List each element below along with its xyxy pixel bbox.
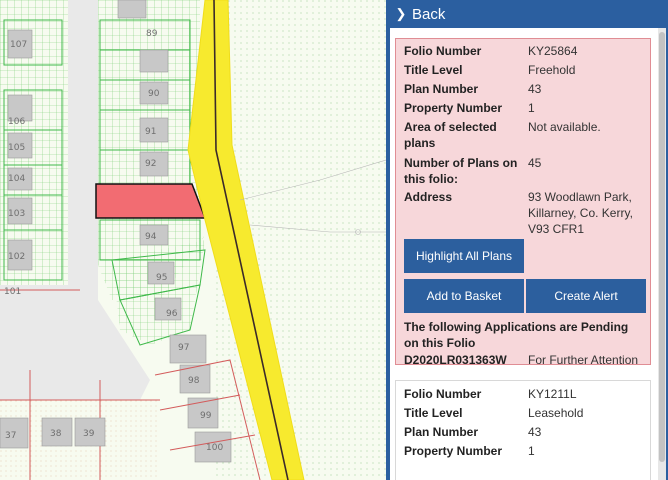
plot-number-label: 90 xyxy=(148,89,160,99)
scrollbar-thumb[interactable] xyxy=(659,32,665,462)
chevron-right-icon: ❯ xyxy=(395,6,407,21)
field-label: Property Number xyxy=(404,101,503,115)
field-label: Folio Number xyxy=(404,387,482,401)
folio-row: Property Number 1 xyxy=(404,443,644,461)
folio-row: Folio Number KY25864 xyxy=(404,43,644,61)
field-label: Folio Number xyxy=(404,44,482,58)
folio-row: Property Number 1 xyxy=(404,100,644,118)
field-label: Title Level xyxy=(404,406,463,420)
field-value: Not available. xyxy=(528,120,601,134)
back-button[interactable]: ❯ Back xyxy=(386,0,668,28)
field-label: Property Number xyxy=(404,444,503,458)
back-label: Back xyxy=(412,5,446,23)
folio-card[interactable]: Folio Number KY1211L Title Level Leaseho… xyxy=(395,380,651,480)
field-value: KY1211L xyxy=(528,387,577,401)
plot-number-label: 106 xyxy=(8,117,25,127)
map-canvas[interactable]: 107 106 105 104 103 102 101 89 90 91 92 94 95 96 97 98 9… xyxy=(0,0,386,480)
pending-application-row: D2020LR031363W For Further Attention xyxy=(404,352,644,370)
plot-number-label: 92 xyxy=(145,159,156,169)
plot-number-label: 97 xyxy=(178,343,189,353)
plot-number-label: 100 xyxy=(206,443,223,453)
plot-number-label: 94 xyxy=(145,232,157,242)
field-value: 45 xyxy=(528,156,542,170)
plot-number-label: 91 xyxy=(145,127,156,137)
plot-number-label: 98 xyxy=(188,376,200,386)
folio-list[interactable]: Folio Number KY25864 Title Level Freehol… xyxy=(390,28,666,480)
plot-number-label: 99 xyxy=(200,411,212,421)
folio-row: Plan Number 43 xyxy=(404,81,644,99)
field-label: Address xyxy=(404,190,453,204)
field-label: Title Level xyxy=(404,63,463,77)
plot-number-label: 89 xyxy=(146,29,158,39)
panel-scrollbar[interactable] xyxy=(658,28,666,480)
folio-row: Address 93 Woodlawn Park, Killarney, Co.… xyxy=(404,189,644,239)
plot-number-label: 96 xyxy=(166,309,178,319)
plot-number-label: 102 xyxy=(8,252,25,262)
plot-number-label: 95 xyxy=(156,273,167,283)
plot-number-label: 107 xyxy=(10,40,27,50)
add-to-basket-button[interactable]: Add to Basket xyxy=(404,279,524,313)
selected-plot xyxy=(95,183,207,219)
folio-row: Number of Plans on this folio: 45 xyxy=(404,155,644,189)
plot-number-label: 105 xyxy=(8,143,25,153)
application-status: For Further Attention xyxy=(528,353,639,367)
folio-row: Area of selected plans Not available. xyxy=(404,119,644,153)
application-number: D2020LR031363W xyxy=(404,353,507,367)
map-view[interactable]: 107 106 105 104 103 102 101 89 90 91 92 94 95 96 97 98 9… xyxy=(0,0,386,480)
field-value: KY25864 xyxy=(528,44,578,58)
pending-applications-title: The following Applications are Pending o… xyxy=(404,320,629,350)
folio-card-selected: Folio Number KY25864 Title Level Freehol… xyxy=(395,38,651,367)
field-label: Area of selected plans xyxy=(404,120,497,150)
field-value: 1 xyxy=(528,101,535,115)
field-value: Leasehold xyxy=(528,406,584,420)
create-alert-button[interactable]: Create Alert xyxy=(526,279,646,313)
field-value: Freehold xyxy=(528,63,576,77)
field-label: Number of Plans on this folio: xyxy=(404,156,518,186)
field-label: Plan Number xyxy=(404,82,479,96)
plot-number-label: 101 xyxy=(4,287,21,297)
folio-row: Title Level Leasehold xyxy=(404,405,644,423)
field-value: 43 xyxy=(528,82,542,96)
field-value: 1 xyxy=(528,444,535,458)
highlight-all-plans-button[interactable]: Highlight All Plans xyxy=(404,239,524,273)
field-label: Plan Number xyxy=(404,425,479,439)
plot-number-label: 39 xyxy=(83,429,95,439)
address-value: 93 Woodlawn Park, Killarney, Co. Kerry, … xyxy=(528,190,633,236)
folio-row: Folio Number KY1211L xyxy=(404,386,644,404)
plot-number-label: 103 xyxy=(8,209,25,219)
plot-number-label: 104 xyxy=(8,174,25,184)
field-value: 43 xyxy=(528,425,542,439)
info-panel: ❯ Back Folio Number KY25864 Title Level … xyxy=(386,0,668,480)
folio-row: Plan Number 43 xyxy=(404,424,644,442)
plot-number-label: 38 xyxy=(50,429,62,439)
plot-number-label: 37 xyxy=(5,431,16,441)
folio-row: Title Level Freehold xyxy=(404,62,644,80)
